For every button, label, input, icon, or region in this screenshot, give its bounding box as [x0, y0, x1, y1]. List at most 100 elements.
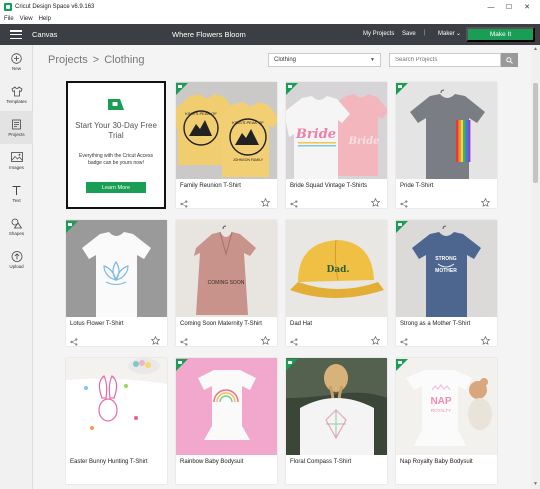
- project-image: [176, 358, 277, 455]
- project-card[interactable]: Dad. Dad Hat: [286, 220, 387, 346]
- project-card[interactable]: Rainbow Baby Bodysuit: [176, 358, 277, 484]
- project-image: [66, 220, 167, 317]
- sidebar-item-projects[interactable]: Projects: [0, 111, 33, 144]
- shapes-icon: [11, 217, 23, 229]
- sidebar-item-new[interactable]: New: [0, 45, 33, 78]
- project-title: Bride Squad Vintage T-Shirts: [290, 183, 368, 189]
- project-image: COMING SOON: [176, 220, 277, 317]
- project-card[interactable]: KING'S PEAK OF KING'S PEAK OF JOHNSON FA…: [176, 82, 277, 208]
- save-link[interactable]: Save: [402, 31, 416, 37]
- project-image: Bride Bride: [286, 82, 387, 179]
- cricut-app-icon: [4, 3, 12, 11]
- favorite-star-icon[interactable]: [370, 194, 381, 207]
- project-title: Rainbow Baby Bodysuit: [180, 459, 244, 465]
- favorite-star-icon[interactable]: [150, 332, 161, 345]
- project-card[interactable]: NAP ROYALTY Nap Royalty Baby Bodysuit: [396, 358, 497, 484]
- cricut-access-badge-icon: [176, 82, 188, 95]
- favorite-star-icon[interactable]: [260, 194, 271, 207]
- project-image: [66, 358, 167, 455]
- free-trial-card: Start Your 30-Day Free Trial Everything …: [66, 81, 166, 209]
- project-card[interactable]: Bride Bride Bride Squad Vintage T-Shirts: [286, 82, 387, 208]
- favorite-star-icon[interactable]: [480, 194, 491, 207]
- sidebar-item-text[interactable]: Text: [0, 177, 33, 210]
- project-card[interactable]: Pride T-Shirt: [396, 82, 497, 208]
- menu-help[interactable]: Help: [39, 16, 51, 22]
- favorite-star-icon[interactable]: [480, 332, 491, 345]
- learn-more-button[interactable]: Learn More: [86, 182, 146, 193]
- project-title: Nap Royalty Baby Bodysuit: [400, 459, 473, 465]
- left-sidebar: New Templates Projects Images Text Shape…: [0, 45, 33, 489]
- cricut-access-badge-icon: [396, 82, 408, 95]
- project-title: Lotus Flower T-Shirt: [70, 321, 124, 327]
- maximize-button[interactable]: ☐: [500, 3, 518, 11]
- canvas-label: Canvas: [32, 30, 58, 39]
- favorite-star-icon[interactable]: [260, 332, 271, 345]
- menu-bar: File View Help: [0, 14, 540, 24]
- sidebar-label: Upload: [9, 264, 24, 269]
- artwork-text: MOTHER: [435, 268, 457, 274]
- image-icon: [10, 151, 23, 163]
- project-image: [286, 358, 387, 455]
- project-image: [396, 82, 497, 179]
- cricut-access-badge-icon: [286, 82, 298, 95]
- header-separator: |: [424, 30, 426, 36]
- project-title: Dad Hat: [290, 321, 313, 327]
- sidebar-label: Templates: [6, 99, 27, 104]
- document-title: Where Flowers Bloom: [172, 30, 246, 39]
- breadcrumb-root[interactable]: Projects: [48, 54, 88, 66]
- share-icon[interactable]: [180, 195, 188, 208]
- cricut-access-badge-icon: [396, 220, 408, 233]
- caret-down-icon: ▼: [370, 57, 375, 63]
- sidebar-item-images[interactable]: Images: [0, 144, 33, 177]
- project-card[interactable]: Lotus Flower T-Shirt: [66, 220, 167, 346]
- plus-icon: [11, 52, 23, 64]
- breadcrumb: Projects > Clothing: [48, 54, 145, 66]
- artwork-text: NAP: [430, 396, 451, 407]
- artwork-text: COMING SOON: [208, 280, 245, 286]
- project-title: Easter Bunny Hunting T-Shirt: [70, 459, 148, 465]
- hamburger-menu-icon[interactable]: [10, 30, 22, 39]
- project-card[interactable]: Floral Compass T-Shirt: [286, 358, 387, 484]
- artwork-text: ROYALTY: [431, 408, 451, 413]
- category-select-value: Clothing: [274, 57, 297, 63]
- cricut-access-badge-icon: [396, 358, 408, 371]
- project-card[interactable]: COMING SOON Coming Soon Maternity T-Shir…: [176, 220, 277, 346]
- sidebar-item-upload[interactable]: Upload: [0, 243, 33, 276]
- share-icon[interactable]: [70, 333, 78, 346]
- artwork-text: KING'S PEAK OF: [185, 111, 217, 116]
- share-icon[interactable]: [180, 333, 188, 346]
- cricut-access-badge-icon: [66, 220, 78, 233]
- window-titlebar: Cricut Design Space v6.9.163 — ☐ ✕: [0, 0, 540, 14]
- text-icon: [11, 184, 23, 196]
- search-button[interactable]: [501, 53, 518, 67]
- sidebar-item-shapes[interactable]: Shapes: [0, 210, 33, 243]
- favorite-star-icon[interactable]: [370, 332, 381, 345]
- category-select[interactable]: Clothing ▼: [268, 53, 381, 67]
- sidebar-item-templates[interactable]: Templates: [0, 78, 33, 111]
- vertical-scrollbar[interactable]: ▲ ▼: [531, 45, 540, 489]
- window-title: Cricut Design Space v6.9.163: [15, 4, 95, 10]
- menu-view[interactable]: View: [20, 16, 33, 22]
- project-card[interactable]: STRONG MOTHER Strong as a Mother T-Shirt: [396, 220, 497, 346]
- share-icon[interactable]: [290, 195, 298, 208]
- project-image: NAP ROYALTY: [396, 358, 497, 455]
- share-icon[interactable]: [290, 333, 298, 346]
- share-icon[interactable]: [400, 333, 408, 346]
- scroll-up-arrow-icon[interactable]: ▲: [531, 45, 540, 54]
- project-card[interactable]: Easter Bunny Hunting T-Shirt: [66, 358, 167, 484]
- my-projects-link[interactable]: My Projects: [363, 31, 394, 37]
- chevron-down-icon[interactable]: ⌄: [456, 30, 461, 37]
- minimize-button[interactable]: —: [482, 4, 500, 11]
- shirt-icon: [11, 85, 23, 97]
- artwork-text: KING'S PEAK OF: [232, 120, 264, 125]
- scroll-down-arrow-icon[interactable]: ▼: [531, 480, 540, 489]
- sidebar-label: Shapes: [8, 231, 25, 236]
- menu-file[interactable]: File: [4, 16, 14, 22]
- share-icon[interactable]: [400, 195, 408, 208]
- machine-select[interactable]: Maker: [438, 31, 455, 37]
- project-image: KING'S PEAK OF KING'S PEAK OF JOHNSON FA…: [176, 82, 277, 179]
- close-button[interactable]: ✕: [518, 3, 536, 11]
- make-it-button[interactable]: Make It: [466, 27, 535, 42]
- scrollbar-thumb[interactable]: [533, 83, 538, 183]
- search-projects-input[interactable]: [389, 53, 501, 67]
